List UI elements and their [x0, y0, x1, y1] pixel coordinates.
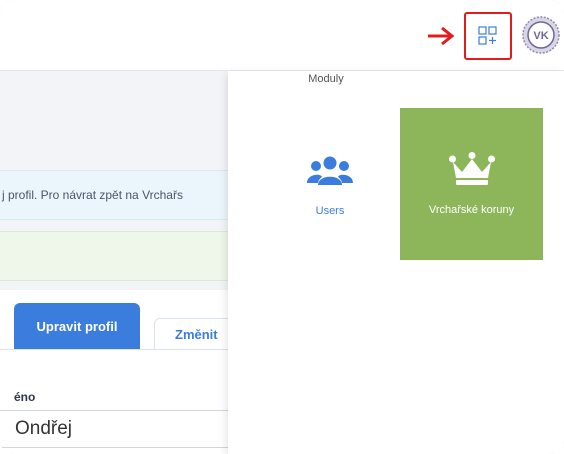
module-users[interactable]: Users	[276, 111, 384, 261]
first-name-field[interactable]: Ondřej	[0, 410, 228, 448]
module-vrcharske-koruny[interactable]: Vrchařské koruny	[400, 108, 543, 260]
modules-button[interactable]	[464, 12, 512, 60]
grid-plus-icon	[478, 26, 497, 45]
app-frame: VK j profil. Pro návrat zpět na Vrchařs …	[0, 0, 564, 454]
first-name-label: éno	[14, 390, 36, 404]
dropdown-title: Moduly	[308, 73, 344, 85]
info-alert: j profil. Pro návrat zpět na Vrchařs	[0, 170, 228, 220]
tab-change[interactable]: Změnit	[154, 318, 228, 350]
module-vrcharske-koruny-label: Vrchařské koruny	[428, 204, 515, 216]
top-bar: VK	[0, 0, 564, 71]
success-alert	[0, 231, 228, 281]
users-icon	[307, 156, 353, 185]
svg-text:VK: VK	[533, 30, 548, 42]
avatar[interactable]: VK	[522, 16, 560, 54]
tab-edit-profile-label: Upravit profil	[36, 318, 118, 334]
module-users-label: Users	[315, 205, 345, 217]
arrow-right-icon	[428, 26, 455, 46]
tab-divider	[0, 349, 228, 350]
crown-icon	[448, 152, 495, 185]
modules-dropdown: Moduly Users Vrchařské koruny	[228, 71, 564, 454]
info-alert-text: j profil. Pro návrat zpět na Vrchařs	[2, 188, 183, 202]
tab-edit-profile[interactable]: Upravit profil	[14, 303, 140, 349]
tab-change-label: Změnit	[175, 327, 218, 342]
